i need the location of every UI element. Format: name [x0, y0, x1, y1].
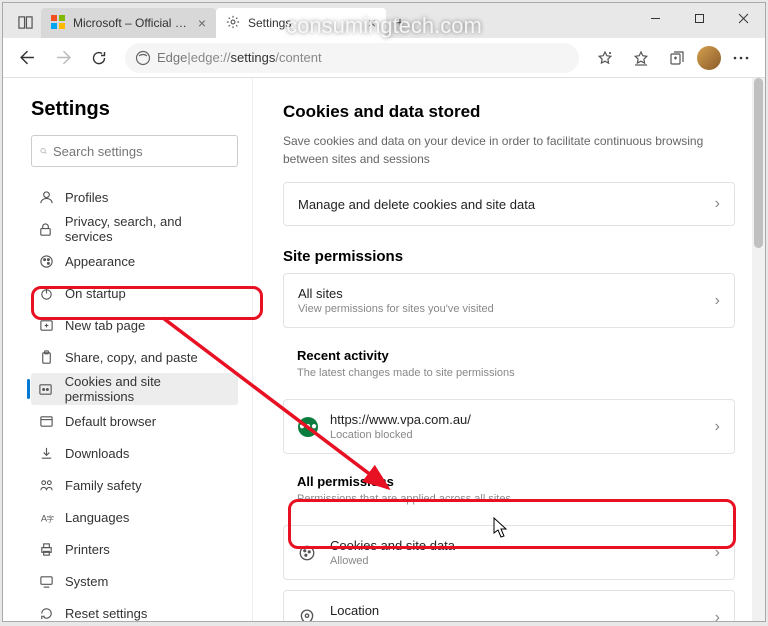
section-heading: Cookies and data stored [283, 102, 735, 122]
section-heading: Site permissions [283, 248, 735, 265]
sidebar-item-system[interactable]: System [31, 565, 238, 597]
sidebar-item-newtab[interactable]: New tab page [31, 309, 238, 341]
profile-icon [37, 190, 55, 205]
refresh-button[interactable] [83, 42, 115, 74]
family-icon [37, 478, 55, 493]
chevron-right-icon: › [715, 418, 720, 436]
sidebar-item-default-browser[interactable]: Default browser [31, 405, 238, 437]
subsection-description: The latest changes made to site permissi… [297, 367, 721, 379]
address-bar[interactable]: Edge | edge:// settings /content [125, 43, 579, 73]
download-icon [37, 446, 55, 461]
browser-icon [37, 414, 55, 429]
tab-title: Settings [248, 16, 362, 30]
chevron-right-icon: › [715, 544, 720, 562]
profile-avatar[interactable] [697, 46, 721, 70]
printer-icon [37, 542, 55, 557]
paint-icon [37, 254, 55, 269]
reset-icon [37, 606, 55, 621]
tab-settings[interactable]: Settings × [216, 8, 386, 38]
scrollbar[interactable] [752, 78, 765, 621]
settings-sidebar: Settings Profiles Privacy, search, and s… [3, 78, 253, 621]
close-window-button[interactable] [721, 3, 765, 33]
collections-button[interactable] [661, 42, 693, 74]
sidebar-item-privacy[interactable]: Privacy, search, and services [31, 213, 238, 245]
minimize-button[interactable] [633, 3, 677, 33]
edge-icon [135, 50, 151, 66]
tab-microsoft[interactable]: Microsoft – Official Home Page × [41, 8, 216, 38]
sidebar-item-profiles[interactable]: Profiles [31, 181, 238, 213]
sidebar-heading: Settings [31, 98, 238, 121]
recent-site-card[interactable]: ●●● https://www.vpa.com.au/ Location blo… [283, 399, 735, 454]
language-icon: A字 [37, 510, 55, 525]
close-icon[interactable]: × [198, 16, 206, 30]
title-bar: Microsoft – Official Home Page × Setting… [3, 3, 765, 38]
subsection-heading: All permissions [297, 474, 721, 489]
cookie-icon [37, 382, 55, 397]
maximize-button[interactable] [677, 3, 721, 33]
close-icon[interactable]: × [368, 16, 376, 30]
microsoft-icon [51, 15, 67, 31]
sidebar-item-share[interactable]: Share, copy, and paste [31, 341, 238, 373]
section-description: Save cookies and data on your device in … [283, 132, 735, 168]
main-content: Cookies and data stored Save cookies and… [253, 78, 765, 621]
clipboard-icon [37, 350, 55, 365]
location-icon [298, 609, 318, 622]
cursor-icon [493, 517, 511, 539]
sidebar-item-languages[interactable]: A字Languages [31, 501, 238, 533]
back-button[interactable] [11, 42, 43, 74]
address-proto: Edge [157, 50, 187, 65]
toolbar: Edge | edge:// settings /content [3, 38, 765, 78]
search-settings-input[interactable] [31, 135, 238, 167]
all-sites-card[interactable]: All sites View permissions for sites you… [283, 273, 735, 328]
system-icon [37, 574, 55, 589]
scrollbar-thumb[interactable] [754, 78, 763, 248]
chevron-right-icon: › [715, 292, 720, 310]
chevron-right-icon: › [715, 195, 720, 213]
more-button[interactable] [725, 42, 757, 74]
sidebar-item-reset[interactable]: Reset settings [31, 597, 238, 622]
svg-text:字: 字 [46, 513, 54, 523]
new-tab-button[interactable]: + [386, 10, 414, 38]
sidebar-item-cookies[interactable]: Cookies and site permissions [31, 373, 238, 405]
sidebar-item-startup[interactable]: On startup [31, 277, 238, 309]
chevron-right-icon: › [715, 609, 720, 622]
site-favicon: ●●● [298, 417, 318, 437]
power-icon [37, 286, 55, 301]
lock-icon [37, 222, 55, 237]
sidebar-item-printers[interactable]: Printers [31, 533, 238, 565]
cookie-icon [298, 544, 318, 562]
favorite-button[interactable] [589, 42, 621, 74]
newtab-icon [37, 318, 55, 333]
subsection-heading: Recent activity [297, 348, 721, 363]
sidebar-item-appearance[interactable]: Appearance [31, 245, 238, 277]
tab-actions-button[interactable] [9, 6, 41, 38]
sidebar-item-downloads[interactable]: Downloads [31, 437, 238, 469]
search-input-field[interactable] [53, 144, 229, 159]
sidebar-item-family[interactable]: Family safety [31, 469, 238, 501]
forward-button[interactable] [47, 42, 79, 74]
favorites-button[interactable] [625, 42, 657, 74]
subsection-description: Permissions that are applied across all … [297, 493, 721, 505]
perm-location-card[interactable]: Location Ask first › [283, 590, 735, 621]
manage-cookies-card[interactable]: Manage and delete cookies and site data … [283, 182, 735, 226]
tab-title: Microsoft – Official Home Page [73, 16, 192, 30]
gear-icon [226, 15, 242, 31]
